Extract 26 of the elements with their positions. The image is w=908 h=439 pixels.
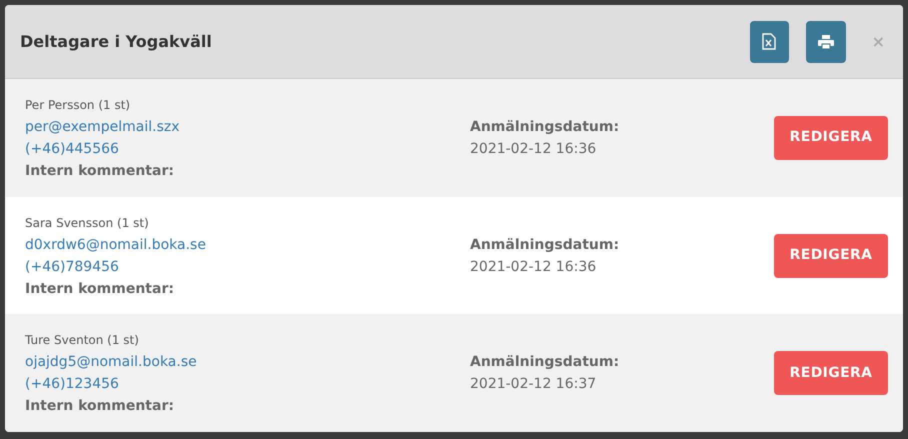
spreadsheet-file-icon <box>762 33 776 50</box>
comment-label: Intern kommentar: <box>25 397 175 416</box>
email-link[interactable]: d0xrdw6@nomail.boka.se <box>25 234 206 256</box>
phone-link[interactable]: (+46)789456 <box>25 256 119 278</box>
comment-label: Intern kommentar: <box>25 162 175 181</box>
registration-date: 2021-02-12 16:36 <box>470 140 598 159</box>
excel-export-button[interactable] <box>750 20 789 62</box>
edit-button[interactable]: REDIGERA <box>774 234 888 278</box>
phone-link[interactable]: (+46)123456 <box>25 373 119 396</box>
phone-link[interactable]: (+46)445566 <box>25 138 119 160</box>
registration-date: 2021-02-12 16:36 <box>470 258 598 276</box>
participant-name: Per Persson (1 st) <box>25 96 132 114</box>
edit-button[interactable]: REDIGERA <box>774 116 888 160</box>
participant-name: Sara Svensson (1 st) <box>25 214 150 232</box>
printer-icon <box>818 34 834 48</box>
email-link[interactable]: per@exempelmail.szx <box>25 116 180 138</box>
date-label: Anmälningsdatum: <box>470 353 620 372</box>
date-label: Anmälningsdatum: <box>470 236 620 254</box>
edit-button[interactable]: REDIGERA <box>774 351 888 396</box>
email-link[interactable]: ojajdg5@nomail.boka.se <box>25 351 197 374</box>
date-label: Anmälningsdatum: <box>470 118 620 137</box>
registration-date: 2021-02-12 16:37 <box>470 375 598 394</box>
comment-label: Intern kommentar: <box>25 280 175 298</box>
modal-title: Deltagare i Yogakväll <box>20 30 213 52</box>
print-button[interactable] <box>806 20 846 62</box>
participant-name: Ture Sventon (1 st) <box>25 332 140 350</box>
